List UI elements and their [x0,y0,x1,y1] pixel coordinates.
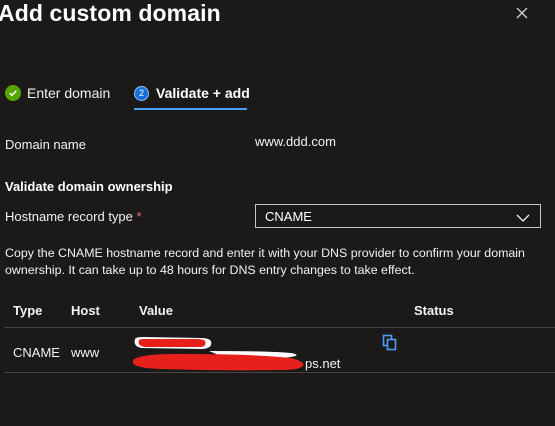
required-marker: * [136,209,142,224]
table-header-divider [5,327,555,328]
cell-host: www [71,345,100,360]
check-circle-icon [5,85,21,101]
column-header-host: Host [71,303,100,318]
dialog-title: Add custom domain [0,0,221,26]
active-step-indicator [134,108,247,110]
cell-type: CNAME [13,345,60,360]
close-icon[interactable] [514,5,530,21]
redacted-value-mark [133,337,304,371]
instruction-text: Copy the CNAME hostname record and enter… [5,246,525,277]
step-label: Enter domain [27,85,111,101]
domain-name-value: www.ddd.com [255,134,336,149]
cell-value-visible: ps.net [305,356,341,371]
column-header-value: Value [139,303,173,318]
section-heading: Validate domain ownership [5,179,173,194]
copy-icon[interactable] [382,334,398,357]
step-number-badge: 2 [134,85,149,101]
column-header-type: Type [13,303,43,318]
column-header-status: Status [414,303,454,318]
table-row-divider [5,372,555,373]
domain-name-label: Domain name [5,137,86,152]
chevron-down-icon [516,211,530,226]
step-enter-domain[interactable]: Enter domain [5,83,110,103]
hostname-label-text: Hostname record type [5,209,133,224]
dropdown-selected-value: CNAME [265,208,312,224]
step-validate-add[interactable]: 2 Validate + add [134,83,250,103]
hostname-record-type-label: Hostname record type * [5,209,142,224]
step-label: Validate + add [156,85,250,101]
hostname-record-type-dropdown[interactable]: CNAME [255,204,541,228]
